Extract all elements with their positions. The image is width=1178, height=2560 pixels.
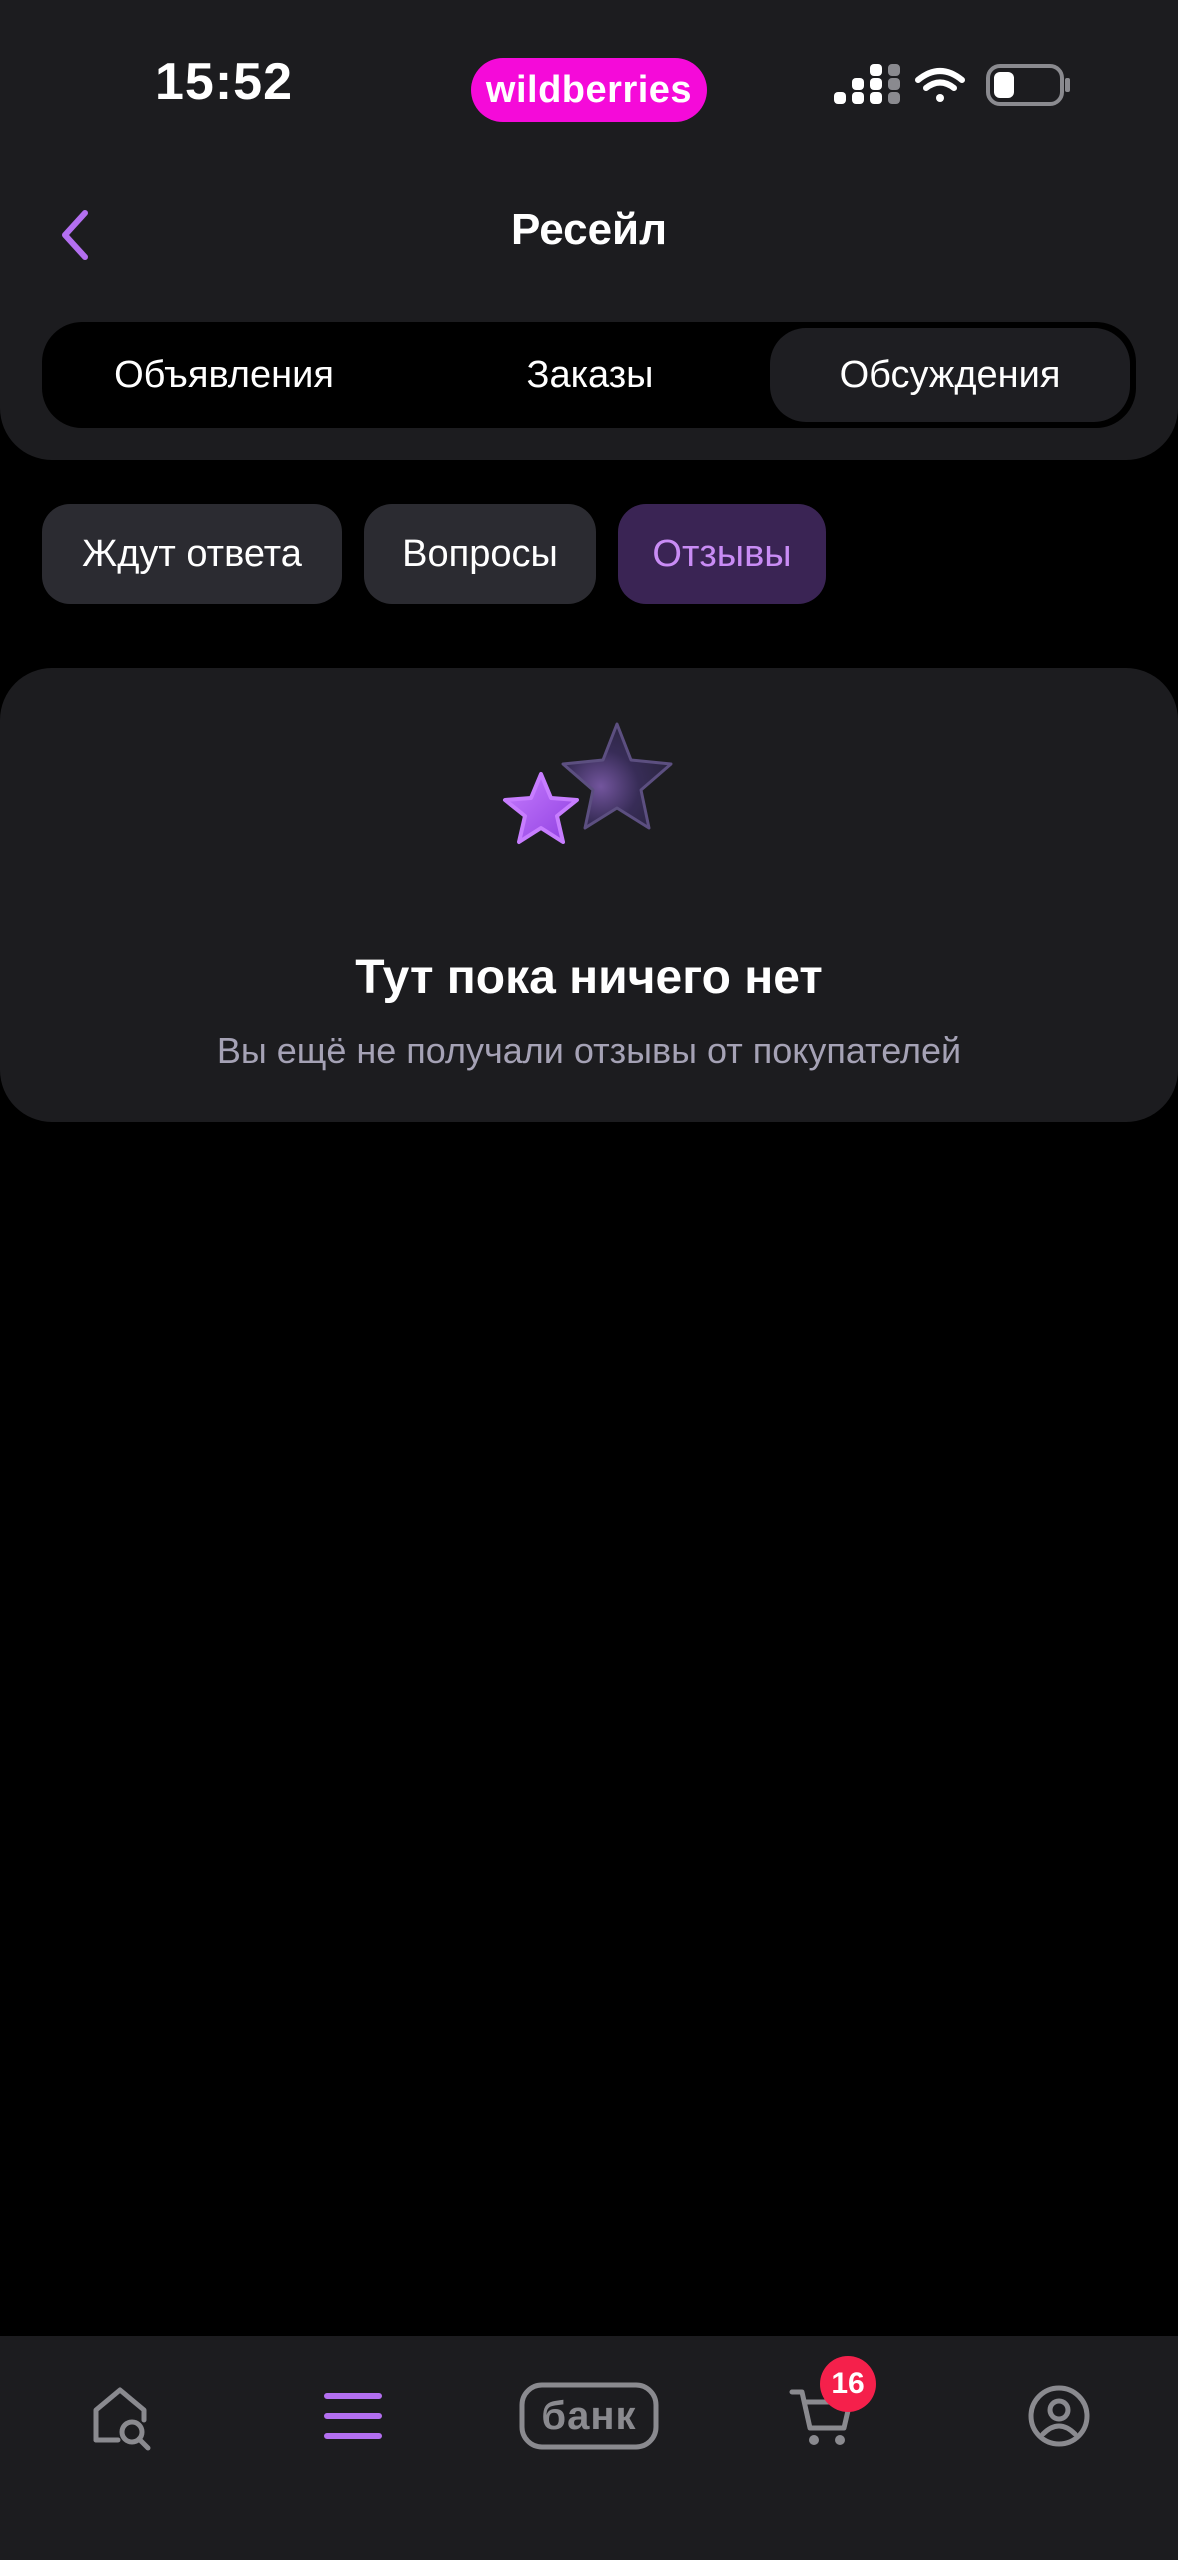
filter-questions[interactable]: Вопросы <box>364 504 596 604</box>
page-title: Ресейл <box>510 205 668 254</box>
brand-logo: wildberries <box>471 58 707 122</box>
nav-profile[interactable] <box>999 2368 1119 2464</box>
profile-icon <box>1028 2385 1090 2447</box>
nav-bank[interactable]: банк <box>499 2368 679 2464</box>
filter-reviews[interactable]: Отзывы <box>618 504 826 604</box>
signal-icon <box>834 64 900 104</box>
wifi-icon <box>915 68 965 102</box>
chevron-left-icon <box>62 210 88 260</box>
stars-icon <box>503 722 673 844</box>
empty-state-title: Тут пока ничего нет <box>355 951 823 1004</box>
status-icons <box>834 64 1070 106</box>
back-button[interactable] <box>40 200 110 270</box>
empty-state-subtitle: Вы ещё не получали отзывы от покупателей <box>216 1030 962 1071</box>
resale-screen: 15:52 wildberries Ресейл Объявления Зака… <box>0 0 1178 2560</box>
empty-state-card: Тут пока ничего нет Вы ещё не получали о… <box>0 668 1178 1122</box>
nav-menu[interactable] <box>293 2368 413 2464</box>
header-panel: 15:52 wildberries Ресейл Объявления Зака… <box>0 0 1178 460</box>
bottom-navigation: банк 16 <box>0 2336 1178 2560</box>
cart-count-badge: 16 <box>820 2356 876 2412</box>
bank-label: банк <box>541 2393 637 2438</box>
tab-listings[interactable]: Объявления <box>48 328 400 422</box>
home-search-icon <box>93 2387 151 2451</box>
tabs-segmented-control: Объявления Заказы Обсуждения <box>42 322 1136 428</box>
status-time: 15:52 <box>155 53 293 111</box>
nav-home[interactable] <box>60 2368 180 2464</box>
battery-icon <box>986 64 1070 106</box>
filter-awaiting-reply[interactable]: Ждут ответа <box>42 504 342 604</box>
tab-orders[interactable]: Заказы <box>414 328 766 422</box>
menu-icon <box>324 2393 382 2439</box>
tab-discussions[interactable]: Обсуждения <box>770 328 1130 422</box>
